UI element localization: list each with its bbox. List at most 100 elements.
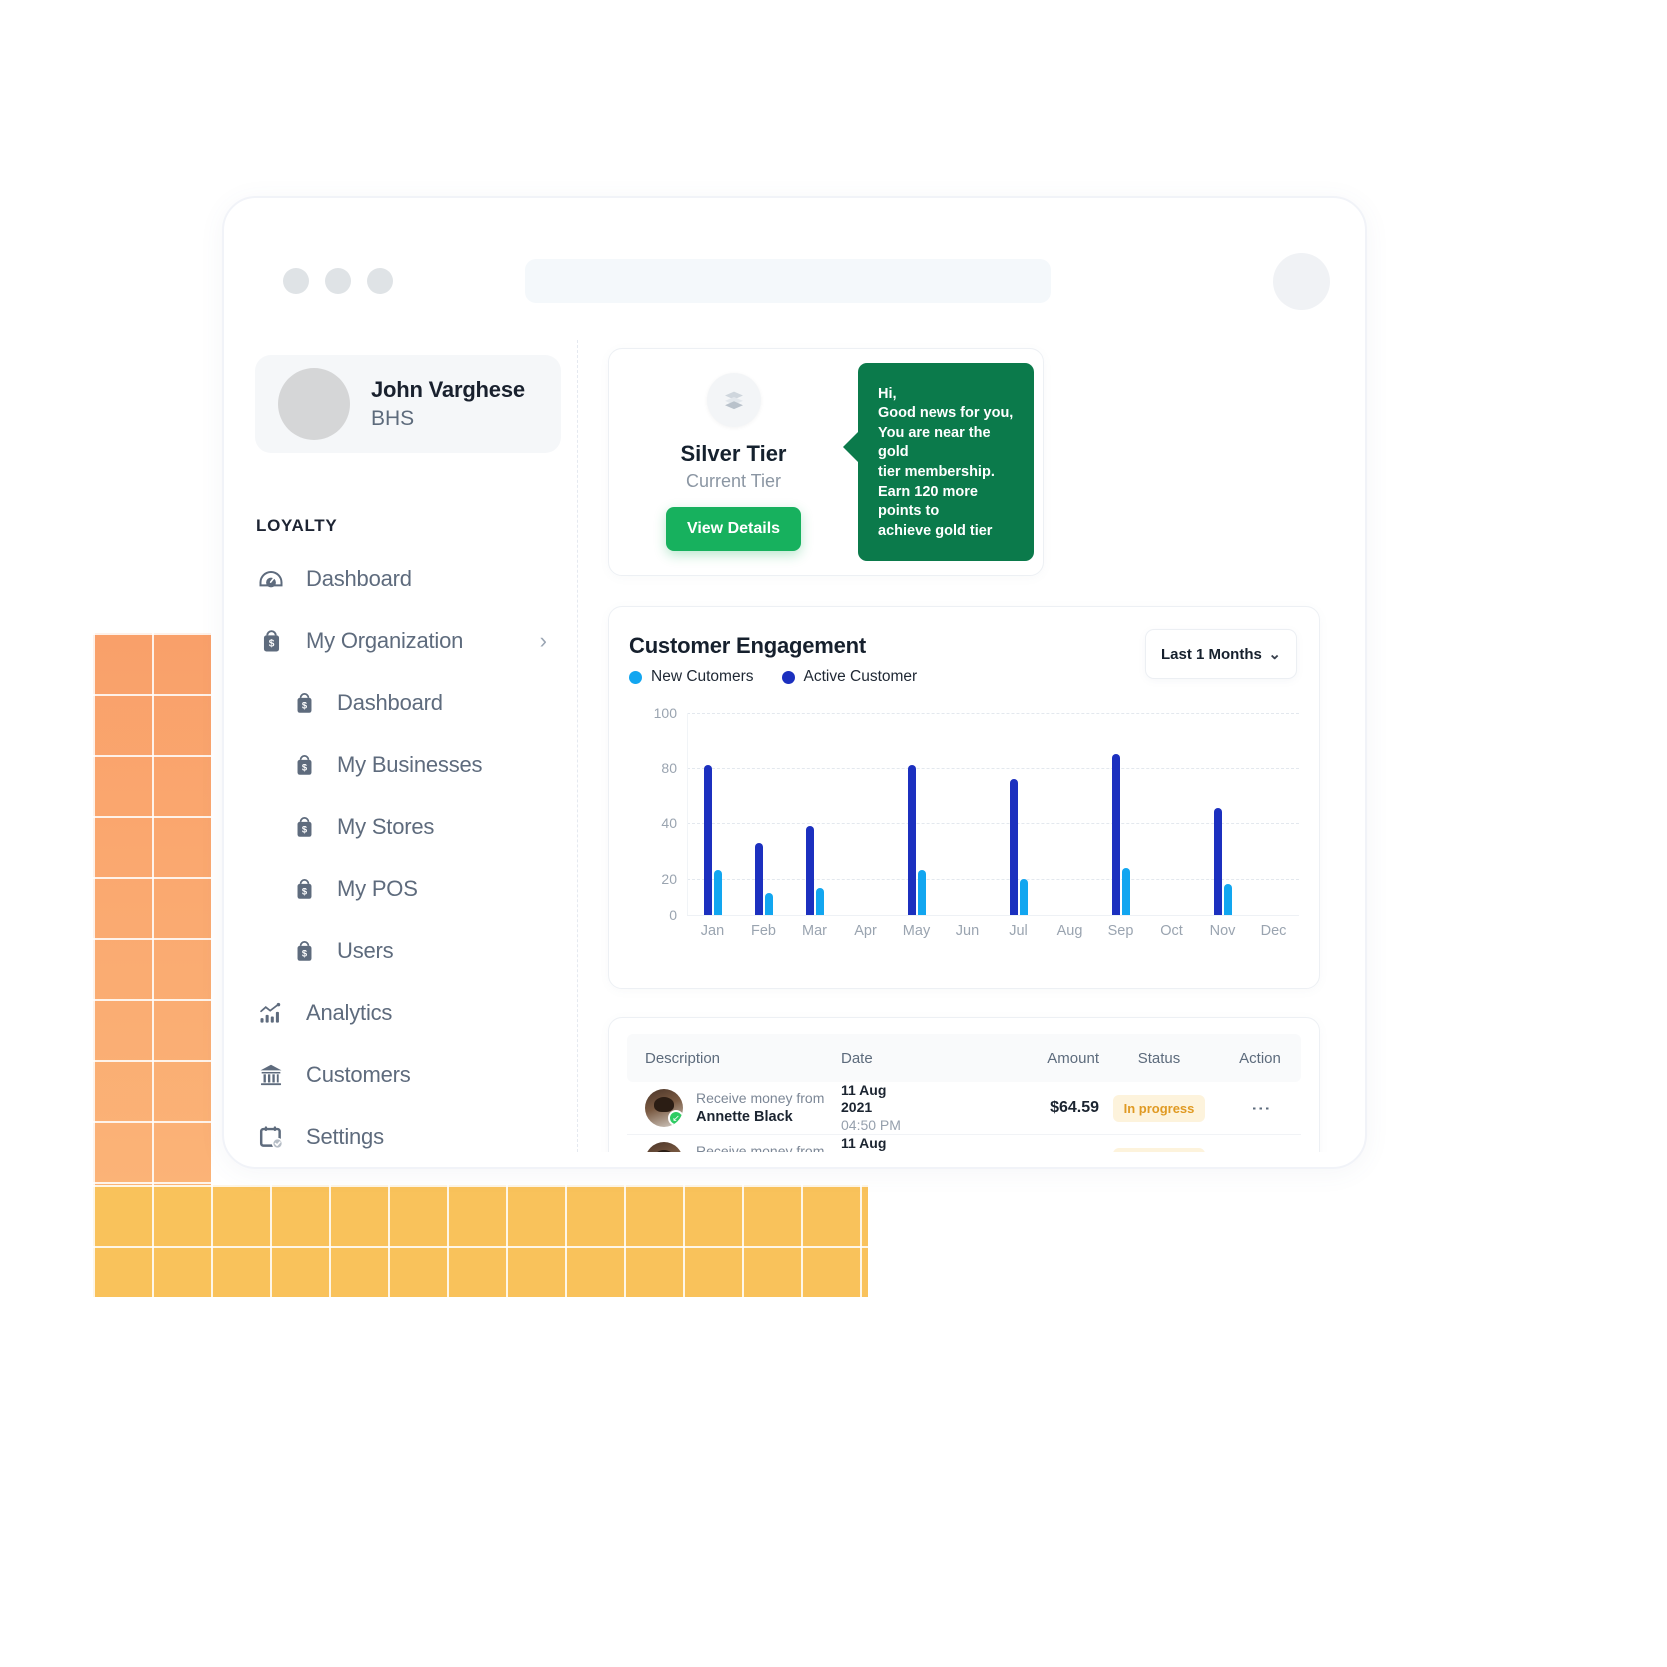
y-axis-tick: 80 xyxy=(661,759,677,776)
table-row[interactable]: ↙ Receive money from Annette Black 11 Au… xyxy=(627,1082,1301,1135)
column-header-date: Date xyxy=(841,1049,873,1067)
date-day: 11 Aug xyxy=(841,1134,887,1151)
bar-new-customers xyxy=(764,893,773,915)
cell-description: ↙ Receive money from Annette Black xyxy=(627,1142,841,1152)
x-axis-tick: Feb xyxy=(751,923,776,939)
x-axis-tick: Aug xyxy=(1056,923,1083,939)
chart-y-axis: 100 80 40 20 0 xyxy=(631,705,677,923)
sidebar-item-label: My Businesses xyxy=(337,752,483,777)
x-axis-tick: Jan xyxy=(700,923,725,939)
shopping-bag-dollar-icon: $ xyxy=(291,814,317,840)
promo-line: You are near the gold xyxy=(878,424,991,461)
view-details-button[interactable]: View Details xyxy=(665,507,802,551)
sidebar-item-my-organization[interactable]: $ My Organization › xyxy=(231,610,577,672)
promo-line: Good news for you, xyxy=(878,405,1014,422)
sidebar-item-analytics[interactable]: Analytics xyxy=(231,982,577,1044)
customer-engagement-card: Customer Engagement New Cutomers Active … xyxy=(608,606,1320,989)
bar-active-customer xyxy=(703,764,712,915)
date-day: 11 Aug xyxy=(841,1081,887,1098)
x-axis-tick: Oct xyxy=(1160,923,1183,939)
y-axis-tick: 0 xyxy=(669,907,677,923)
x-axis-tick: May xyxy=(902,923,931,939)
sidebar-item-label: Analytics xyxy=(306,1000,393,1025)
bar-new-customers xyxy=(1223,884,1232,915)
legend-item-active-customer[interactable]: Active Customer xyxy=(781,668,917,686)
sidebar-item-dashboard[interactable]: Dashboard xyxy=(231,548,577,610)
cell-action[interactable]: ⋮ xyxy=(1219,1099,1301,1118)
bar-new-customers xyxy=(1121,867,1130,915)
sidebar-item-label: Customers xyxy=(306,1062,411,1087)
sidebar-subitem-my-pos[interactable]: $ My POS xyxy=(231,858,577,920)
kebab-menu-icon[interactable]: ⋮ xyxy=(1250,1099,1271,1118)
sidebar-item-label: My POS xyxy=(337,876,418,901)
promo-message-bubble: Hi, Good news for you, You are near the … xyxy=(843,362,1034,562)
profile-organization: BHS xyxy=(371,407,415,430)
tier-name: Silver Tier xyxy=(680,441,787,466)
date-range-select[interactable]: Last 1 Months ⌄ xyxy=(1145,629,1297,679)
promo-line: Hi, xyxy=(878,385,897,402)
sidebar-subitem-my-stores[interactable]: $ My Stores xyxy=(231,796,577,858)
tier-caption: Current Tier xyxy=(685,471,782,491)
profile-name: John Varghese xyxy=(371,377,525,402)
cell-action[interactable]: ⋮ xyxy=(1219,1152,1301,1153)
svg-text:$: $ xyxy=(301,700,307,710)
x-axis-tick: Mar xyxy=(802,923,827,939)
cell-date: 11 Aug 2021 04:50 PM xyxy=(841,1082,981,1135)
minimize-dot-icon[interactable] xyxy=(325,268,351,294)
maximize-dot-icon[interactable] xyxy=(367,268,393,294)
bar-group xyxy=(891,713,942,915)
tier-card: Silver Tier Current Tier View Details Hi… xyxy=(608,348,1044,576)
shopping-bag-dollar-icon: $ xyxy=(291,938,317,964)
app-window: John Varghese BHS LOYALTY Dashboard $ My… xyxy=(231,222,1358,1152)
sidebar-item-label: Settings xyxy=(306,1124,384,1149)
bar-group xyxy=(1146,713,1197,915)
sidebar-item-label: Dashboard xyxy=(306,566,412,591)
cell-amount: $64.59 xyxy=(1050,1099,1099,1116)
x-axis-tick: Apr xyxy=(854,923,877,939)
sidebar-subitem-users[interactable]: $ Users xyxy=(231,920,577,982)
window-traffic-lights xyxy=(283,268,393,294)
address-bar-input[interactable] xyxy=(525,259,1051,303)
y-axis-tick: 100 xyxy=(653,705,677,721)
legend-item-new-customers[interactable]: New Cutomers xyxy=(629,668,754,686)
account-avatar[interactable] xyxy=(1273,253,1330,310)
bar-group xyxy=(1248,713,1299,915)
x-axis-tick: Jul xyxy=(1009,923,1028,939)
close-dot-icon[interactable] xyxy=(283,268,309,294)
tier-summary: Silver Tier Current Tier View Details xyxy=(631,373,836,551)
sidebar-item-label: My Organization xyxy=(306,628,464,653)
decorative-orange-grid xyxy=(93,633,211,1185)
table-row[interactable]: ↙ Receive money from Annette Black 11 Au… xyxy=(627,1135,1301,1152)
sidebar-item-settings[interactable]: Settings xyxy=(231,1106,577,1152)
svg-text:$: $ xyxy=(301,948,307,958)
calendar-check-icon xyxy=(256,1122,286,1152)
legend-label: New Cutomers xyxy=(651,668,754,685)
kebab-menu-icon[interactable]: ⋮ xyxy=(1250,1152,1271,1153)
date-time: 04:50 PM xyxy=(841,1116,901,1133)
description-name: Annette Black xyxy=(696,1108,793,1125)
bar-new-customers xyxy=(713,870,722,915)
column-header-description: Description xyxy=(645,1049,721,1067)
cell-status: In progress xyxy=(1099,1094,1219,1122)
column-header-action: Action xyxy=(1239,1049,1281,1067)
chart-plot: 100 80 40 20 0 Jan Feb Mar Apr May Jun Jul Aug Sep Oc… xyxy=(631,705,1299,955)
profile-card[interactable]: John Varghese BHS xyxy=(255,355,561,453)
chart-bars xyxy=(687,713,1299,915)
bar-group xyxy=(840,713,891,915)
sidebar-subitem-my-businesses[interactable]: $ My Businesses xyxy=(231,734,577,796)
sidebar-item-customers[interactable]: Customers xyxy=(231,1044,577,1106)
column-header-amount: Amount xyxy=(1047,1049,1099,1067)
legend-swatch-icon xyxy=(629,670,642,684)
sidebar-subitem-dashboard[interactable]: $ Dashboard xyxy=(231,672,577,734)
x-axis-tick: Sep xyxy=(1107,923,1134,939)
bar-active-customer xyxy=(1213,807,1222,915)
bar-chart-icon xyxy=(256,998,286,1028)
bar-new-customers xyxy=(1019,878,1028,915)
promo-line: Earn 120 more points to xyxy=(878,483,978,520)
chevron-right-icon[interactable]: › xyxy=(540,628,547,654)
sidebar-item-label: My Stores xyxy=(337,814,435,839)
cell-description: ↙ Receive money from Annette Black xyxy=(627,1089,841,1127)
sidebar-item-label: Users xyxy=(337,938,394,963)
bar-group xyxy=(1044,713,1095,915)
bar-group xyxy=(942,713,993,915)
